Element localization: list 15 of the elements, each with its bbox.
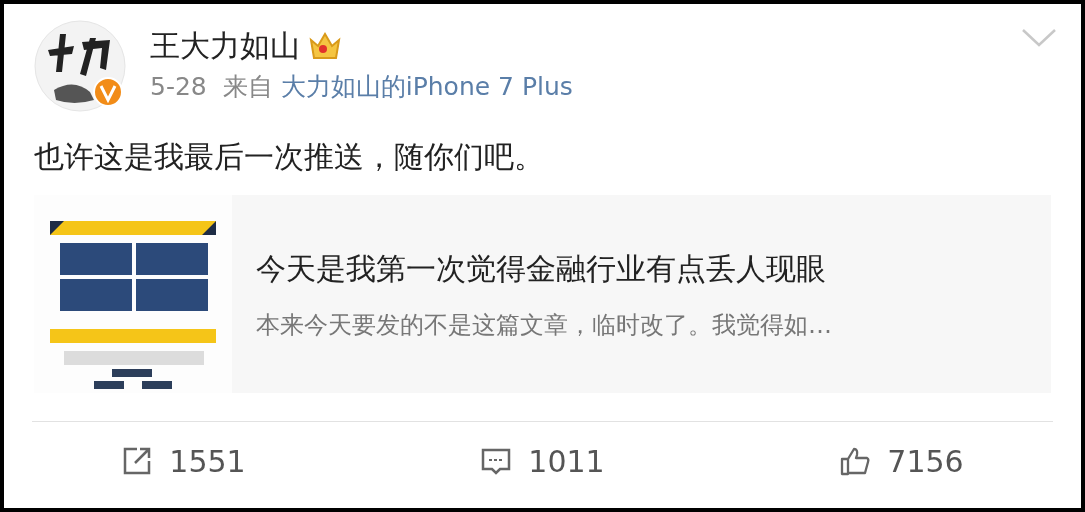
repost-button[interactable]: 1551 [115,437,252,485]
crown-icon [308,30,342,62]
article-card[interactable]: 今天是我第一次觉得金融行业有点丢人现眼 本来今天要发的不是这篇文章，临时改了。我觉得如… [34,195,1051,393]
avatar[interactable] [34,20,126,112]
comment-button[interactable]: 1011 [474,437,611,485]
source-link[interactable]: 大力如山的iPhone 7 Plus [280,72,573,101]
verified-badge-icon [93,77,123,107]
post-date: 5-28 [150,71,207,103]
thumbs-up-icon [839,445,872,477]
post-text: 也许这是我最后一次推送，随你们吧。 [33,138,545,176]
article-title: 今天是我第一次觉得金融行业有点丢人现眼 [256,249,827,288]
like-button[interactable]: 7156 [833,437,970,485]
author-name[interactable]: 王大力如山 [150,28,300,64]
source-label: 来自 [222,72,273,101]
article-summary: 本来今天要发的不是这篇文章，临时改了。我觉得如… [256,309,832,341]
